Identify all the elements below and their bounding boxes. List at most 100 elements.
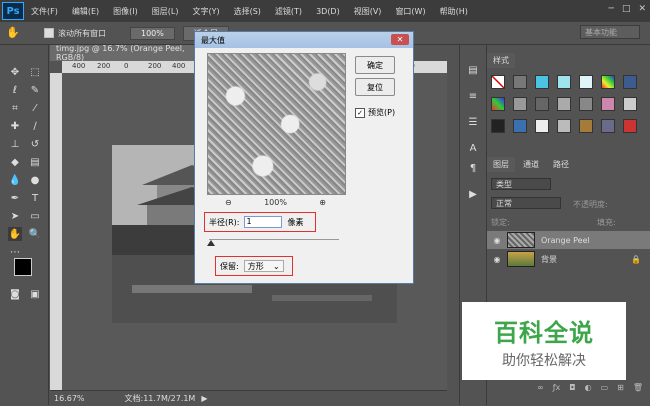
style-swatch[interactable] [535, 75, 549, 89]
radius-slider-track[interactable] [209, 239, 339, 240]
tab-styles[interactable]: 样式 [487, 53, 515, 68]
tab-paths[interactable]: 路径 [547, 157, 575, 172]
style-swatch[interactable] [513, 75, 527, 89]
filter-preview[interactable] [207, 53, 346, 195]
link-layers-icon[interactable]: ∞ [537, 383, 544, 399]
style-swatch[interactable] [601, 97, 615, 111]
quick-select-tool-icon[interactable]: ✎ [28, 83, 42, 97]
dodge-tool-icon[interactable]: ● [28, 173, 42, 187]
adjustments-panel-icon[interactable]: ☰ [466, 115, 480, 129]
quick-mask-icon[interactable]: ◙ [8, 287, 22, 301]
style-swatch[interactable] [491, 119, 505, 133]
lasso-tool-icon[interactable]: ℓ [8, 83, 22, 97]
history-brush-icon[interactable]: ↺ [28, 137, 42, 151]
menu-type[interactable]: 文字(Y) [185, 6, 226, 17]
style-swatch-none[interactable] [491, 75, 505, 89]
mask-icon[interactable]: ◘ [569, 383, 575, 399]
type-tool-icon[interactable]: T [28, 191, 42, 205]
character-panel-icon[interactable]: A [466, 141, 480, 155]
status-arrow-icon[interactable]: ▶ [201, 394, 207, 403]
menu-filter[interactable]: 滤镜(T) [268, 6, 309, 17]
move-tool-icon[interactable]: ✥ [8, 65, 22, 79]
dialog-close-button[interactable]: ✕ [391, 34, 409, 45]
menu-view[interactable]: 视图(V) [347, 6, 389, 17]
reset-button[interactable]: 复位 [355, 78, 395, 96]
style-swatch[interactable] [557, 119, 571, 133]
hand-tool-icon[interactable]: ✋ [6, 26, 20, 39]
layer-kind-filter[interactable]: 类型 [491, 178, 551, 190]
stamp-tool-icon[interactable]: ⊥ [8, 137, 22, 151]
style-swatch[interactable] [601, 119, 615, 133]
blend-mode-select[interactable]: 正常 [491, 197, 561, 209]
marquee-tool-icon[interactable]: ⬚ [28, 65, 42, 79]
radius-input[interactable]: 1 [243, 216, 282, 228]
pen-tool-icon[interactable]: ✒ [8, 191, 22, 205]
play-action-icon[interactable]: ▶ [466, 187, 480, 201]
ok-button[interactable]: 确定 [355, 56, 395, 74]
fx-icon[interactable]: ƒx [553, 383, 561, 399]
crop-tool-icon[interactable]: ⌗ [8, 101, 22, 115]
zoom-100-button[interactable]: 100% [130, 26, 175, 40]
style-swatch[interactable] [623, 97, 637, 111]
menu-layer[interactable]: 图层(L) [145, 6, 186, 17]
menu-3d[interactable]: 3D(D) [309, 7, 347, 16]
menu-image[interactable]: 图像(I) [106, 6, 145, 17]
eraser-tool-icon[interactable]: ◆ [8, 155, 22, 169]
gradient-tool-icon[interactable]: ▤ [28, 155, 42, 169]
style-swatch[interactable] [535, 97, 549, 111]
tab-layers[interactable]: 图层 [487, 157, 515, 172]
style-swatch[interactable] [513, 119, 527, 133]
style-swatch[interactable] [513, 97, 527, 111]
style-swatch[interactable] [491, 97, 505, 111]
scroll-all-windows-checkbox[interactable] [44, 28, 54, 38]
zoom-tool-icon[interactable]: 🔍 [28, 227, 42, 241]
style-swatch[interactable] [535, 119, 549, 133]
new-layer-icon[interactable]: ⊞ [617, 383, 624, 399]
tab-channels[interactable]: 通道 [517, 157, 545, 172]
style-swatch[interactable] [579, 75, 593, 89]
menu-select[interactable]: 选择(S) [227, 6, 268, 17]
restore-icon[interactable]: □ [622, 4, 631, 14]
paragraph-panel-icon[interactable]: ¶ [466, 161, 480, 175]
style-swatch[interactable] [557, 75, 571, 89]
eye-icon[interactable]: ◉ [491, 255, 503, 264]
brush-tool-icon[interactable]: ∕ [28, 119, 42, 133]
style-swatch[interactable] [623, 75, 637, 89]
preserve-select[interactable]: 方形 ⌄ [243, 260, 284, 272]
close-icon[interactable]: ✕ [638, 4, 646, 14]
group-icon[interactable]: ▭ [601, 383, 609, 399]
properties-panel-icon[interactable]: ≡ [466, 89, 480, 103]
foreground-color-swatch[interactable] [14, 258, 32, 276]
screen-mode-icon[interactable]: ▣ [28, 287, 42, 301]
layer-row-background[interactable]: ◉ 背景 🔒 [487, 250, 650, 268]
preview-checkbox[interactable]: ✓ [355, 107, 365, 118]
delete-layer-icon[interactable]: 🗑 [633, 383, 643, 399]
menu-file[interactable]: 文件(F) [24, 6, 65, 17]
eyedropper-tool-icon[interactable]: ⁄ [28, 101, 42, 115]
style-swatch[interactable] [601, 75, 615, 89]
radius-slider-thumb[interactable] [207, 240, 215, 246]
history-panel-icon[interactable]: ▤ [466, 63, 480, 77]
eye-icon[interactable]: ◉ [491, 236, 503, 245]
menu-edit[interactable]: 编辑(E) [65, 6, 106, 17]
healing-tool-icon[interactable]: ✚ [8, 119, 22, 133]
shape-tool-icon[interactable]: ▭ [28, 209, 42, 223]
style-swatch[interactable] [579, 97, 593, 111]
zoom-out-icon[interactable]: ⊖ [225, 198, 232, 207]
layer-row-orange-peel[interactable]: ◉ Orange Peel [487, 231, 650, 249]
path-select-tool-icon[interactable]: ➤ [8, 209, 22, 223]
style-swatch[interactable] [623, 119, 637, 133]
style-swatch[interactable] [557, 97, 571, 111]
workspace-select[interactable]: 基本功能 [580, 25, 640, 39]
hand-tool-icon[interactable]: ✋ [8, 227, 22, 241]
style-swatch[interactable] [579, 119, 593, 133]
zoom-in-icon[interactable]: ⊕ [319, 198, 326, 207]
document-tab[interactable]: timg.jpg @ 16.7% (Orange Peel, RGB/8) [50, 44, 195, 62]
blur-tool-icon[interactable]: 💧 [8, 173, 22, 187]
menu-help[interactable]: 帮助(H) [433, 6, 475, 17]
status-zoom[interactable]: 16.67% [54, 394, 85, 403]
menu-window[interactable]: 窗口(W) [388, 6, 432, 17]
more-tools-icon[interactable]: ⋯ [8, 245, 22, 259]
minimize-icon[interactable]: ─ [609, 4, 614, 14]
adjustment-layer-icon[interactable]: ◐ [585, 383, 592, 399]
